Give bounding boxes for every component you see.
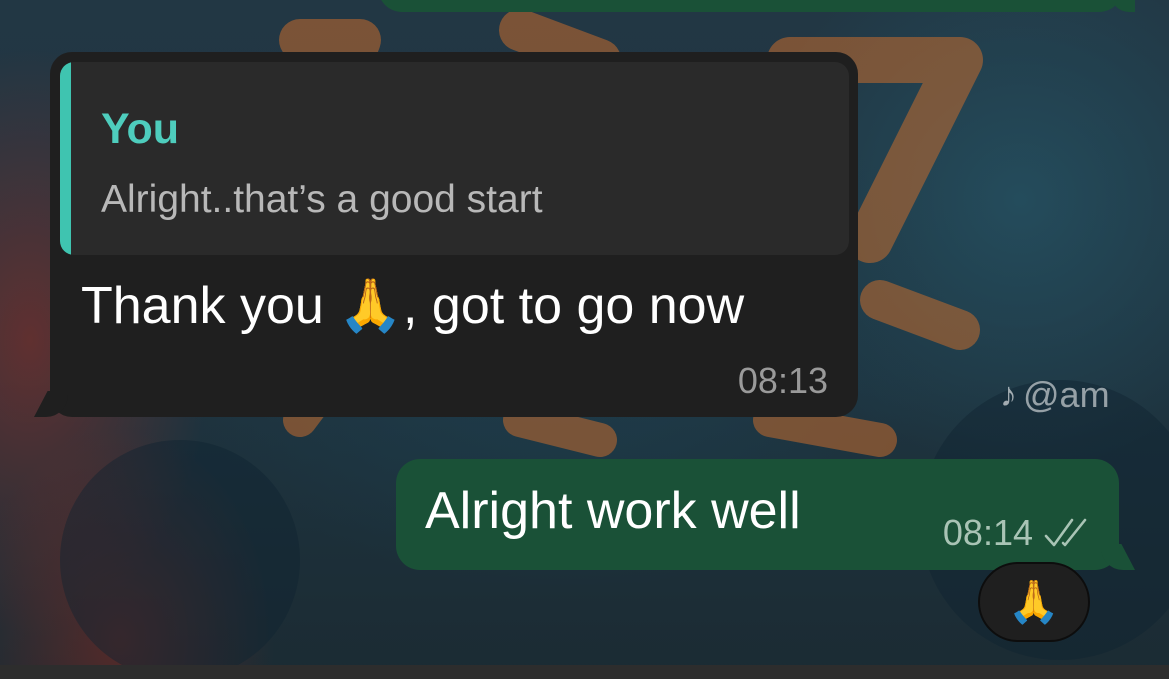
quoted-reply[interactable]: You Alright..that’s a good start bbox=[60, 62, 849, 255]
double-check-icon bbox=[1044, 518, 1087, 547]
message-text: Thank you 🙏, got to go now bbox=[81, 277, 745, 335]
reaction-emoji: 🙏 bbox=[1007, 578, 1061, 625]
message-meta: 08:14 bbox=[943, 515, 1093, 551]
watermark-handle: @am bbox=[1023, 374, 1110, 415]
message-time: 08:13 bbox=[737, 360, 828, 401]
incoming-message-bubble[interactable]: You Alright..that’s a good start Thank y… bbox=[34, 52, 858, 417]
previous-message-bubble[interactable] bbox=[378, 0, 1135, 12]
outgoing-message-bubble[interactable]: Alright work well 08:14 bbox=[396, 459, 1135, 570]
bottom-strip bbox=[0, 665, 1169, 679]
tiktok-watermark: ♪ @am bbox=[1000, 374, 1110, 416]
tiktok-icon: ♪ bbox=[1000, 376, 1017, 414]
quote-accent-bar bbox=[60, 62, 71, 255]
chat-screen: ♪ @am You Alright..that’s a good start T… bbox=[0, 0, 1169, 679]
message-text: Alright work well bbox=[425, 482, 801, 540]
reaction-badge[interactable]: 🙏 bbox=[978, 562, 1090, 642]
quote-text: Alright..that’s a good start bbox=[101, 178, 543, 221]
message-time: 08:14 bbox=[942, 512, 1033, 553]
quote-author: You bbox=[101, 105, 180, 153]
